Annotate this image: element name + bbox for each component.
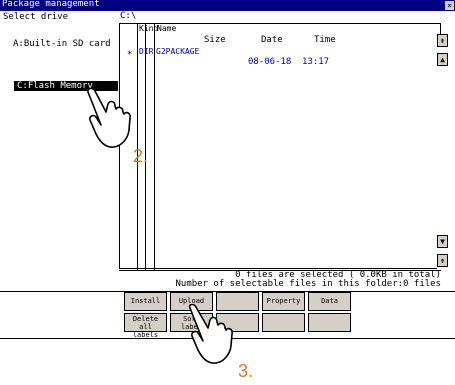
button-label-line: all labels [132, 323, 159, 339]
drive-a-item[interactable]: A:Built-in SD card [13, 39, 111, 49]
package-management-screen: Package management × Select drive A:Buil… [0, 0, 455, 339]
scroll-up-icon[interactable]: ▲ [437, 53, 448, 66]
button-label-line: Delete [132, 315, 159, 323]
empty-button[interactable] [262, 313, 305, 332]
column-divider [154, 24, 155, 270]
row-kind: DIR [139, 47, 154, 56]
drive-panel: Select drive A:Built-in SD card C:Flash … [0, 11, 118, 291]
scroll-bottom-icon[interactable]: ⇟ [437, 254, 448, 267]
step-2-label: 2. [133, 146, 149, 166]
delete-all-labels-button[interactable]: Delete all labels [124, 313, 167, 339]
header-time[interactable]: Time [314, 35, 336, 45]
row-time: 13:17 [302, 57, 330, 67]
row-marker: * [127, 50, 133, 60]
window-title: Package management [2, 0, 100, 9]
header-kind[interactable]: Kind [139, 24, 158, 33]
row-name: G2PACKAGE [156, 47, 200, 56]
title-bar: Package management × [0, 0, 455, 11]
property-button[interactable]: Property [262, 292, 305, 311]
data-check-button[interactable]: Data check [308, 292, 351, 322]
scroll-down-icon[interactable]: ▼ [437, 235, 448, 248]
header-date[interactable]: Date [261, 35, 283, 45]
selectable-files-status: Number of selectable files in this folde… [175, 279, 441, 289]
header-name[interactable]: Name [157, 24, 176, 33]
empty-button[interactable] [308, 313, 351, 332]
current-path: C:\ [120, 11, 137, 21]
select-drive-label: Select drive [3, 12, 69, 22]
close-icon[interactable]: × [445, 1, 454, 10]
vertical-scrollbar[interactable]: ⇞ ▲ ▼ ⇟ [437, 34, 448, 269]
file-list[interactable]: Kind Name Size Date Time * DIR G2PACKAGE… [119, 23, 441, 270]
install-button[interactable]: Install [124, 292, 167, 311]
status-area: 0 files are selected ( 0.0KB in total) N… [119, 270, 441, 291]
hand-pointer-icon [87, 87, 131, 148]
row-date: 08-06-18 [248, 57, 292, 67]
step-3-label: 3. [238, 361, 254, 381]
header-size[interactable]: Size [204, 35, 226, 45]
hand-pointer-icon [188, 304, 233, 364]
scroll-top-icon[interactable]: ⇞ [437, 34, 448, 47]
